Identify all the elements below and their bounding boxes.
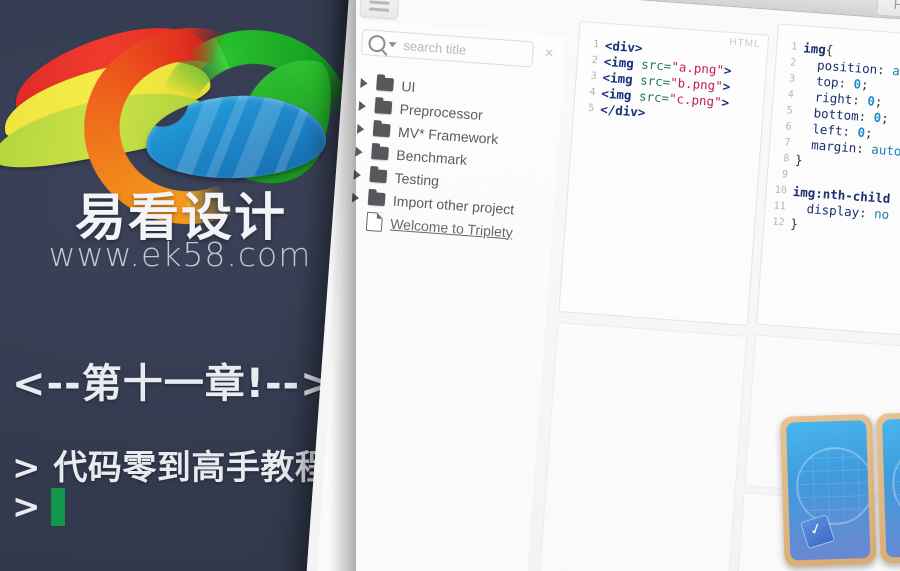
folder-icon bbox=[367, 191, 386, 207]
folder-icon bbox=[374, 100, 393, 115]
prompt-symbol: > bbox=[12, 487, 41, 527]
folder-icon bbox=[372, 123, 391, 138]
search-placeholder: search title bbox=[402, 37, 467, 58]
preview-card[interactable] bbox=[779, 413, 877, 567]
html-line-numbers: 12345 bbox=[587, 38, 600, 115]
search-icon bbox=[367, 33, 387, 53]
chevron-right-icon[interactable] bbox=[351, 192, 360, 203]
globe-icon bbox=[890, 442, 900, 524]
tree-item-label: Welcome to Triplety bbox=[389, 215, 514, 240]
terminal-prompt-line: > bbox=[12, 487, 65, 527]
tree-item-label: Preprocessor bbox=[399, 100, 484, 123]
chevron-right-icon[interactable] bbox=[358, 100, 367, 111]
folder-icon bbox=[369, 168, 388, 184]
tree-item-label: Benchmark bbox=[395, 146, 468, 168]
chevron-right-icon[interactable] bbox=[356, 123, 365, 134]
html-code-body: <div> <img src="a.png"> <img src="b.png"… bbox=[599, 37, 732, 120]
tree-item-label: Testing bbox=[394, 169, 440, 189]
app-window: Welcome HTML CSS search title × bbox=[302, 0, 900, 571]
html-editor-panel[interactable]: HTML 12345 <div> <img src="a.png"> <img … bbox=[558, 20, 770, 326]
folder-icon bbox=[376, 77, 395, 92]
chapter-headline: <--第十一章!--> bbox=[12, 361, 335, 407]
project-sidebar: search title × UI Preprocessor MV* Frame… bbox=[312, 20, 567, 571]
logo-website-url: www.ek58.com bbox=[48, 235, 312, 274]
globe-icon bbox=[794, 445, 871, 527]
text-caret bbox=[50, 488, 65, 526]
chevron-down-icon[interactable] bbox=[388, 41, 397, 47]
preview-card[interactable]: 5 bbox=[875, 410, 900, 564]
css-editor-panel[interactable]: 1 2 3 4 5 6 7 8 9 10 11 12 img{ position: abs top: … bbox=[755, 23, 900, 344]
close-icon[interactable]: × bbox=[541, 44, 558, 62]
search-input[interactable]: search title bbox=[360, 28, 535, 68]
screenshot-stage: 易看设计 www.ek58.com <--第十一章!--> > 代码零到高手教程… bbox=[0, 0, 900, 571]
folder-icon bbox=[371, 145, 389, 161]
ek58-logo bbox=[0, 11, 362, 238]
hamburger-icon[interactable] bbox=[359, 0, 400, 20]
css-code-body: img{ position: abs top: 0; right: 0; bot… bbox=[789, 40, 900, 232]
chevron-right-icon[interactable] bbox=[360, 77, 368, 88]
document-icon bbox=[365, 211, 384, 232]
tree-item-label: UI bbox=[400, 77, 417, 95]
course-subline: > 代码零到高手教程 bbox=[12, 448, 330, 488]
preview-cell-left[interactable] bbox=[533, 322, 748, 571]
chevron-right-icon[interactable] bbox=[355, 146, 363, 157]
project-tree: UI Preprocessor MV* Framework Benchmark bbox=[346, 71, 563, 247]
preview-card-stack[interactable]: 5 bbox=[779, 410, 900, 567]
chevron-right-icon[interactable] bbox=[353, 169, 362, 180]
search-row: search title × bbox=[360, 28, 560, 71]
editor-tabstrip: HTML CSS bbox=[875, 0, 900, 28]
